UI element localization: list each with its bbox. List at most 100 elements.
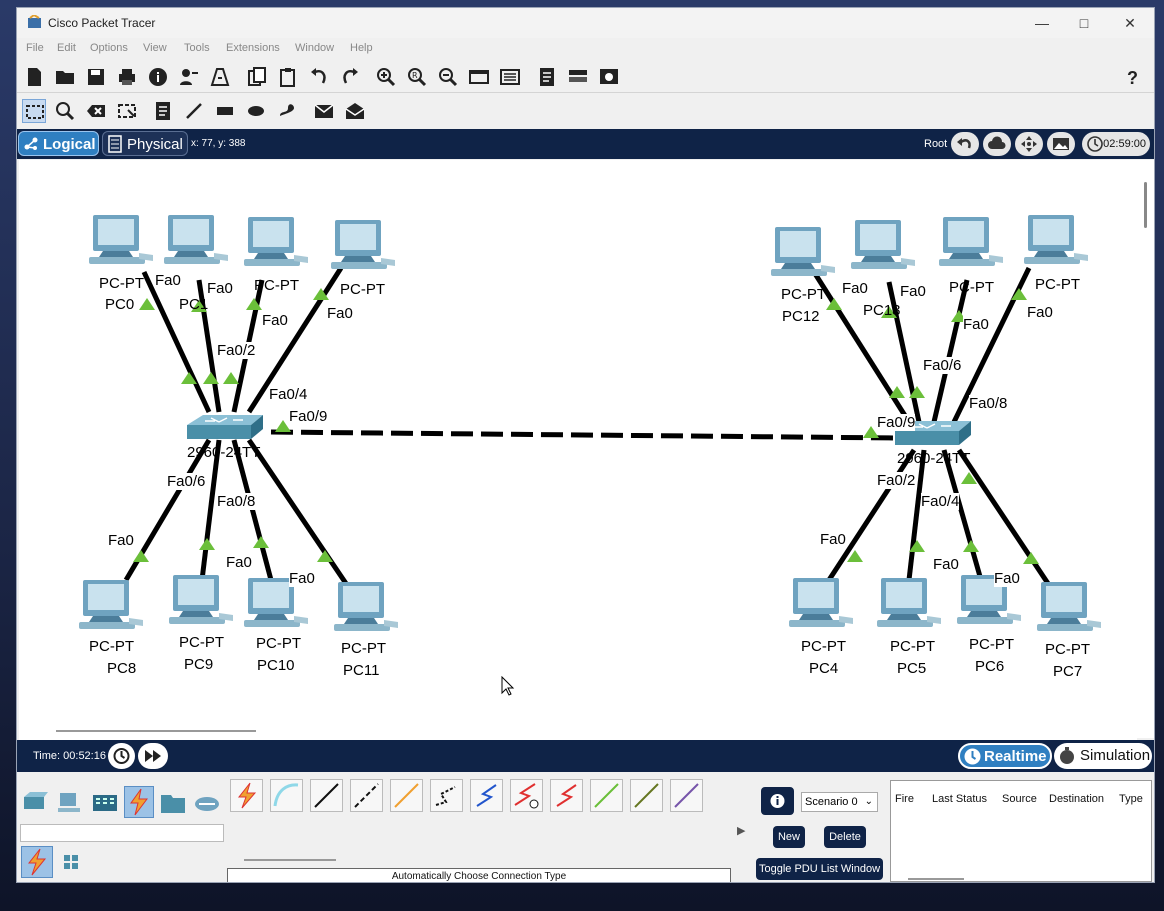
print-icon[interactable] — [115, 65, 139, 89]
pc-icon[interactable] — [89, 215, 153, 264]
pc-icon[interactable] — [877, 578, 941, 627]
connection-panel-scroll-thumb[interactable] — [244, 859, 336, 861]
multiuser-icon[interactable] — [193, 789, 221, 817]
pdu-list-scroll-thumb[interactable] — [908, 878, 964, 880]
logical-mode-button[interactable]: Logical — [18, 131, 99, 156]
back-button[interactable] — [951, 132, 979, 156]
copy-icon[interactable] — [245, 65, 269, 89]
wizard-icon[interactable] — [177, 65, 201, 89]
pc-icon[interactable] — [789, 578, 853, 627]
pdu-info-button[interactable] — [761, 787, 794, 815]
pc-icon[interactable] — [1024, 215, 1088, 264]
delete-tool-icon[interactable] — [84, 99, 108, 123]
rectangle-tool-icon[interactable] — [213, 99, 237, 123]
auto-connection-icon[interactable] — [230, 779, 263, 812]
move-viewport-icon[interactable] — [1015, 132, 1043, 156]
undo-icon[interactable] — [307, 65, 331, 89]
serial-dce-cable-icon[interactable] — [510, 779, 543, 812]
realtime-mode-button[interactable]: Realtime — [958, 743, 1052, 769]
save-icon[interactable] — [84, 65, 108, 89]
coaxial-cable-icon[interactable] — [470, 779, 503, 812]
background-image-icon[interactable] — [1047, 132, 1075, 156]
menu-tools[interactable]: Tools — [184, 42, 210, 54]
menu-edit[interactable]: Edit — [57, 42, 76, 54]
menu-file[interactable]: File — [26, 42, 44, 54]
serial-dte-cable-icon[interactable] — [550, 779, 583, 812]
device-search-field[interactable] — [20, 824, 224, 842]
help-icon[interactable]: ? — [1127, 68, 1138, 89]
network-devices-icon[interactable] — [21, 789, 49, 817]
menu-options[interactable]: Options — [90, 42, 128, 54]
add-simple-pdu-icon[interactable] — [312, 99, 336, 123]
pc-icon[interactable] — [169, 575, 233, 624]
vertical-scroll-thumb[interactable] — [1144, 182, 1147, 228]
switch-left[interactable] — [186, 414, 264, 440]
octal-cable-icon[interactable] — [590, 779, 623, 812]
ellipse-tool-icon[interactable] — [244, 99, 268, 123]
miscellaneous-icon[interactable] — [159, 789, 187, 817]
pc-icon[interactable] — [244, 217, 308, 266]
menu-view[interactable]: View — [143, 42, 167, 54]
cloud-icon[interactable] — [983, 132, 1011, 156]
screenshot-icon[interactable] — [597, 65, 621, 89]
select-tool-icon[interactable] — [22, 99, 46, 123]
network-info-icon[interactable] — [566, 65, 590, 89]
resize-tool-icon[interactable] — [115, 99, 139, 123]
paste-icon[interactable] — [276, 65, 300, 89]
inspect-tool-icon[interactable] — [53, 99, 77, 123]
maximize-button[interactable]: □ — [1067, 12, 1101, 34]
delete-scenario-button[interactable]: Delete — [824, 826, 866, 848]
pc-icon[interactable] — [79, 580, 143, 629]
info-icon[interactable] — [146, 65, 170, 89]
open-folder-icon[interactable] — [53, 65, 77, 89]
crossover-cable-icon[interactable] — [350, 779, 383, 812]
minimize-button[interactable]: — — [1025, 12, 1059, 34]
pc-icon[interactable] — [1037, 582, 1101, 631]
connections-subtype-icon[interactable] — [21, 846, 53, 878]
fast-forward-button[interactable] — [138, 743, 168, 769]
line-tool-icon[interactable] — [182, 99, 206, 123]
vertical-scrollbar[interactable] — [1137, 160, 1154, 738]
physical-mode-button[interactable]: Physical — [102, 131, 188, 156]
activity-icon[interactable] — [208, 65, 232, 89]
note-tool-icon[interactable] — [151, 99, 175, 123]
zoom-out-icon[interactable] — [436, 65, 460, 89]
notes-icon[interactable] — [535, 65, 559, 89]
new-scenario-button[interactable]: New — [773, 826, 805, 848]
zoom-in-icon[interactable] — [374, 65, 398, 89]
expand-arrow-icon[interactable]: ▶ — [737, 824, 745, 837]
logical-workspace[interactable]: PC-PT PC0 PC1 PC-PT PC-PT Fa0 Fa0 Fa0 Fa… — [19, 160, 1137, 722]
straight-through-cable-icon[interactable] — [310, 779, 343, 812]
menu-help[interactable]: Help — [350, 42, 373, 54]
pc-icon[interactable] — [331, 220, 395, 269]
grid-view-icon[interactable] — [59, 850, 83, 874]
simulation-mode-button[interactable]: Simulation — [1054, 743, 1152, 769]
pc-icon[interactable] — [771, 227, 835, 276]
scenario-select[interactable]: Scenario 0 ⌄ — [801, 792, 878, 812]
toggle-pdu-list-button[interactable]: Toggle PDU List Window — [756, 858, 883, 880]
pc-icon[interactable] — [164, 215, 228, 264]
close-button[interactable]: ✕ — [1113, 12, 1147, 34]
menu-extensions[interactable]: Extensions — [226, 42, 280, 54]
redo-icon[interactable] — [338, 65, 362, 89]
zoom-reset-icon[interactable]: R — [405, 65, 429, 89]
pc-icon[interactable] — [939, 217, 1003, 266]
usb-cable-icon[interactable] — [670, 779, 703, 812]
pc-icon[interactable] — [851, 220, 915, 269]
console-cable-icon[interactable] — [270, 779, 303, 812]
iot-custom-cable-icon[interactable] — [630, 779, 663, 812]
pc-icon[interactable] — [334, 582, 398, 631]
phone-cable-icon[interactable] — [430, 779, 463, 812]
end-devices-icon[interactable] — [56, 789, 84, 817]
fiber-cable-icon[interactable] — [390, 779, 423, 812]
freeform-tool-icon[interactable] — [275, 99, 299, 123]
power-cycle-button[interactable] — [108, 743, 135, 769]
horizontal-scrollbar[interactable] — [19, 722, 1137, 740]
device-template-icon[interactable] — [498, 65, 522, 89]
connections-category-icon[interactable] — [124, 786, 154, 818]
horizontal-scroll-thumb[interactable] — [56, 730, 256, 732]
new-file-icon[interactable] — [22, 65, 46, 89]
drawing-palette-icon[interactable] — [467, 65, 491, 89]
add-complex-pdu-icon[interactable] — [343, 99, 367, 123]
menu-window[interactable]: Window — [295, 42, 334, 54]
